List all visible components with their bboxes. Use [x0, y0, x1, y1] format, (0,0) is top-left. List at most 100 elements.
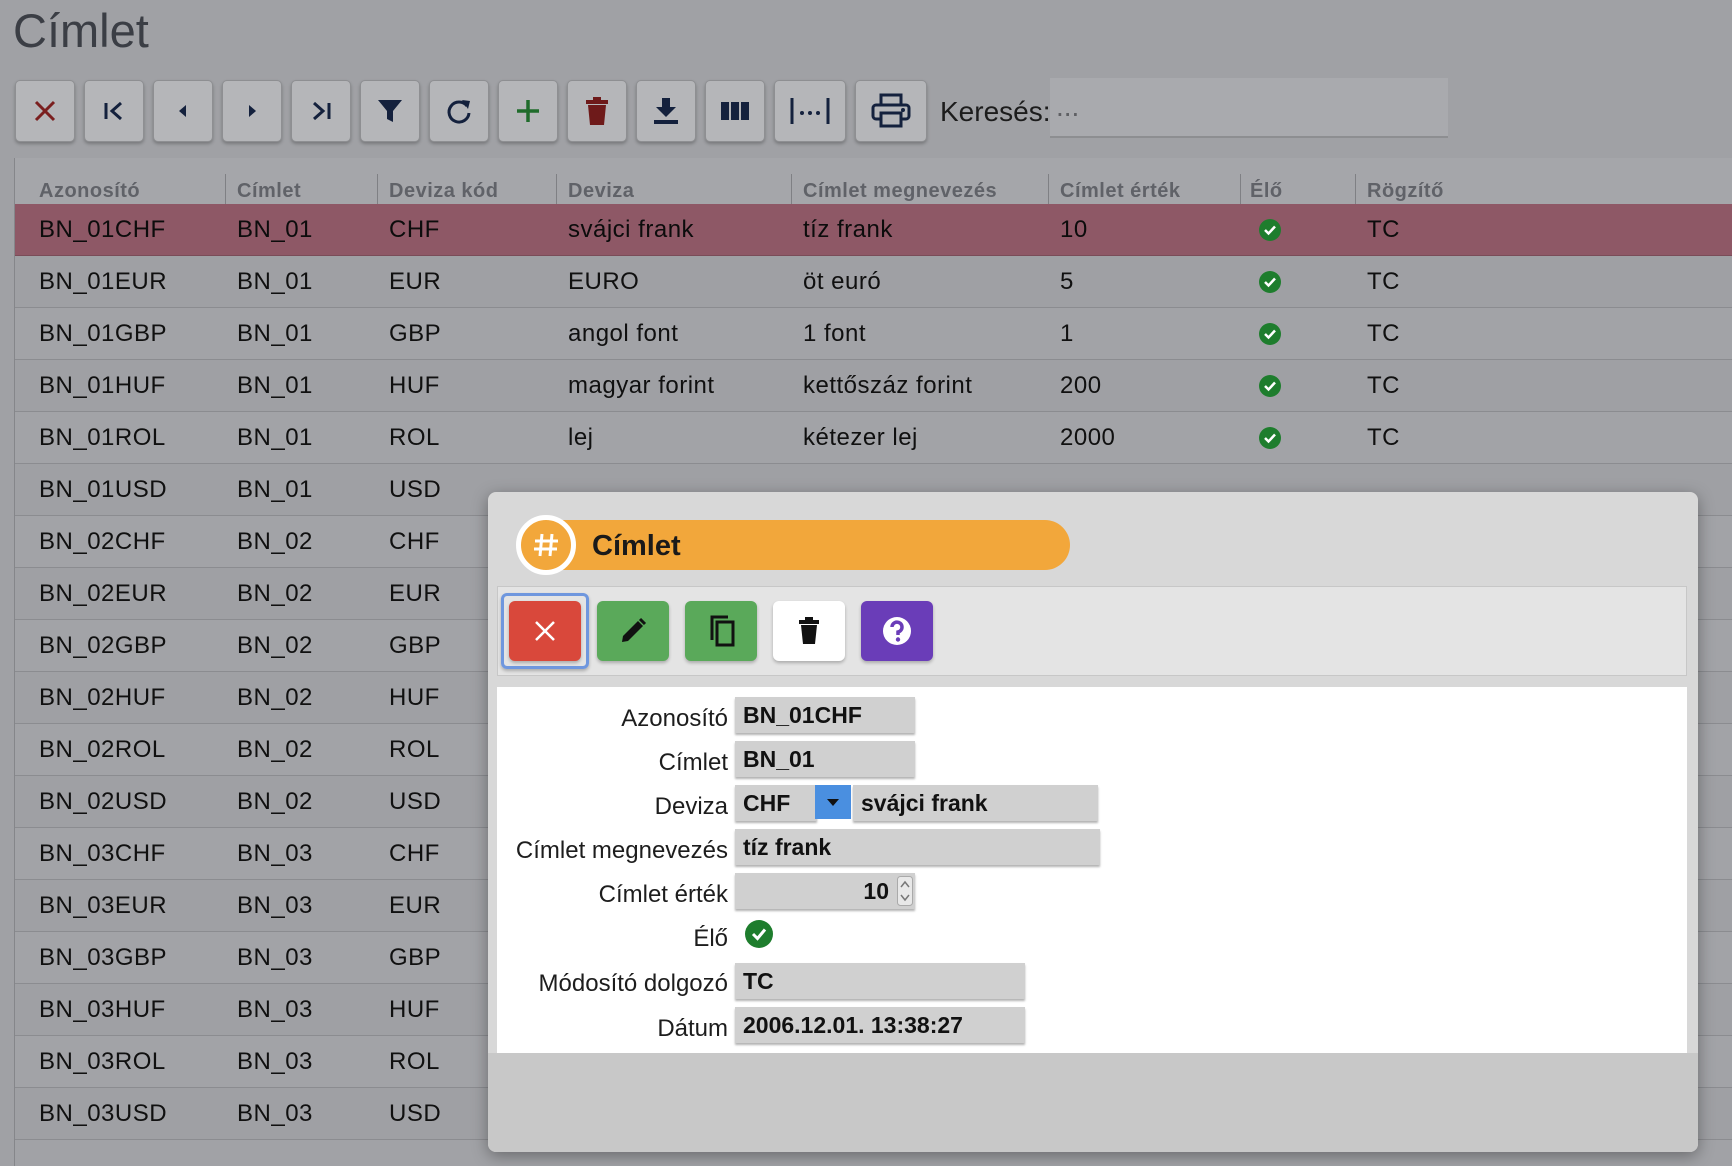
table-row[interactable]: BN_01GBP BN_01 GBP angol font 1 font 1 TC [15, 308, 1732, 360]
table-cell: HUF [389, 684, 440, 711]
table-cell: TC [1367, 216, 1400, 243]
deviza-dropdown-button[interactable] [815, 785, 851, 819]
table-cell: USD [389, 476, 442, 503]
column-separator[interactable] [1240, 174, 1241, 208]
table-cell: svájci frank [568, 216, 695, 243]
table-cell: BN_01 [237, 268, 313, 295]
next-button[interactable] [222, 80, 282, 142]
table-cell: BN_02 [237, 788, 313, 815]
table-cell: GBP [389, 944, 442, 971]
table-cell: TC [1367, 320, 1400, 347]
table-cell: TC [1367, 424, 1400, 451]
chevron-down-icon [827, 799, 839, 806]
table-cell: USD [389, 1100, 442, 1127]
delete-button[interactable] [567, 80, 627, 142]
column-separator[interactable] [1355, 174, 1356, 208]
number-spinner-icon[interactable] [897, 876, 913, 906]
table-cell: BN_01HUF [39, 372, 166, 399]
dialog-close-button[interactable] [509, 601, 581, 661]
close-icon [34, 100, 56, 122]
table-cell: BN_03GBP [39, 944, 168, 971]
dialog-toolbar [497, 586, 1687, 676]
close-button[interactable] [15, 80, 75, 142]
table-row[interactable]: BN_01HUF BN_01 HUF magyar forint kettőszáz f… [15, 360, 1732, 412]
add-button[interactable] [498, 80, 558, 142]
table-cell: ROL [389, 736, 440, 763]
table-row[interactable]: BN_01ROL BN_01 ROL lej kétezer lej 2000 TC [15, 412, 1732, 464]
table-cell: BN_02 [237, 684, 313, 711]
table-cell: BN_03ROL [39, 1048, 166, 1075]
refresh-button[interactable] [429, 80, 489, 142]
table-row[interactable]: BN_01EUR BN_01 EUR EURO öt euró 5 TC [15, 256, 1732, 308]
table-cell: BN_01CHF [39, 216, 166, 243]
print-button[interactable] [855, 80, 927, 142]
first-page-icon [104, 101, 122, 121]
download-icon [654, 98, 678, 124]
filter-icon [378, 100, 402, 122]
datum-field[interactable] [735, 1007, 1025, 1043]
search-input[interactable] [1050, 78, 1448, 138]
table-cell: BN_03USD [39, 1100, 168, 1127]
column-separator[interactable] [791, 174, 792, 208]
table-cell: BN_03EUR [39, 892, 168, 919]
dialog-edit-button[interactable] [597, 601, 669, 661]
table-cell: EUR [389, 268, 442, 295]
table-cell: kétezer lej [803, 424, 918, 451]
dialog-help-button[interactable] [861, 601, 933, 661]
previous-icon [179, 105, 186, 117]
deviza-code-field[interactable] [735, 785, 817, 821]
table-cell: TC [1367, 268, 1400, 295]
table-cell: lej [568, 424, 594, 451]
cimlet-label: Címlet [658, 749, 728, 776]
filter-button[interactable] [360, 80, 420, 142]
table-cell: BN_01EUR [39, 268, 168, 295]
search-label: Keresés: [940, 96, 1051, 127]
last-page-button[interactable] [291, 80, 351, 142]
cimlet-field[interactable] [735, 741, 915, 777]
table-cell: CHF [389, 216, 440, 243]
modosito-label: Módosító dolgozó [538, 970, 728, 997]
table-cell: BN_01 [237, 372, 313, 399]
column-separator[interactable] [556, 174, 557, 208]
table-cell: magyar forint [568, 372, 715, 399]
table-cell: BN_03 [237, 840, 313, 867]
azonosito-field[interactable] [735, 697, 915, 733]
column-separator[interactable] [1048, 174, 1049, 208]
table-cell: BN_01 [237, 216, 313, 243]
previous-button[interactable] [153, 80, 213, 142]
table-cell: BN_02HUF [39, 684, 166, 711]
first-page-button[interactable] [84, 80, 144, 142]
next-icon [249, 105, 256, 117]
table-cell: BN_03 [237, 1100, 313, 1127]
table-cell: GBP [389, 320, 442, 347]
megnevezes-field[interactable] [735, 829, 1100, 865]
trash-icon [799, 617, 819, 644]
table-cell: 1 font [803, 320, 867, 347]
azonosito-label: Azonosító [621, 705, 728, 732]
table-cell: EURO [568, 268, 640, 295]
column-separator[interactable] [377, 174, 378, 208]
deviza-name-field[interactable] [853, 785, 1098, 821]
table-cell: BN_01USD [39, 476, 168, 503]
table-cell: ROL [389, 424, 440, 451]
table-row[interactable]: BN_01CHF BN_01 CHF svájci frank tíz frank 10 T… [15, 204, 1732, 256]
ertek-field[interactable] [735, 873, 915, 909]
fit-width-button[interactable] [774, 80, 846, 142]
download-button[interactable] [636, 80, 696, 142]
elo-checkbox[interactable] [745, 920, 773, 948]
table-cell: BN_03 [237, 892, 313, 919]
modosito-field[interactable] [735, 963, 1025, 999]
table-cell: BN_03HUF [39, 996, 166, 1023]
dialog-delete-button[interactable] [773, 601, 845, 661]
dialog-copy-button[interactable] [685, 601, 757, 661]
columns-button[interactable] [705, 80, 765, 142]
table-cell: 200 [1060, 372, 1102, 399]
table-cell: HUF [389, 372, 440, 399]
check-icon [1259, 323, 1281, 345]
table-cell: CHF [389, 528, 440, 555]
check-icon [1259, 271, 1281, 293]
table-cell: BN_01ROL [39, 424, 166, 451]
column-separator[interactable] [225, 174, 226, 208]
datum-label: Dátum [657, 1015, 728, 1042]
table-cell: 5 [1060, 268, 1074, 295]
